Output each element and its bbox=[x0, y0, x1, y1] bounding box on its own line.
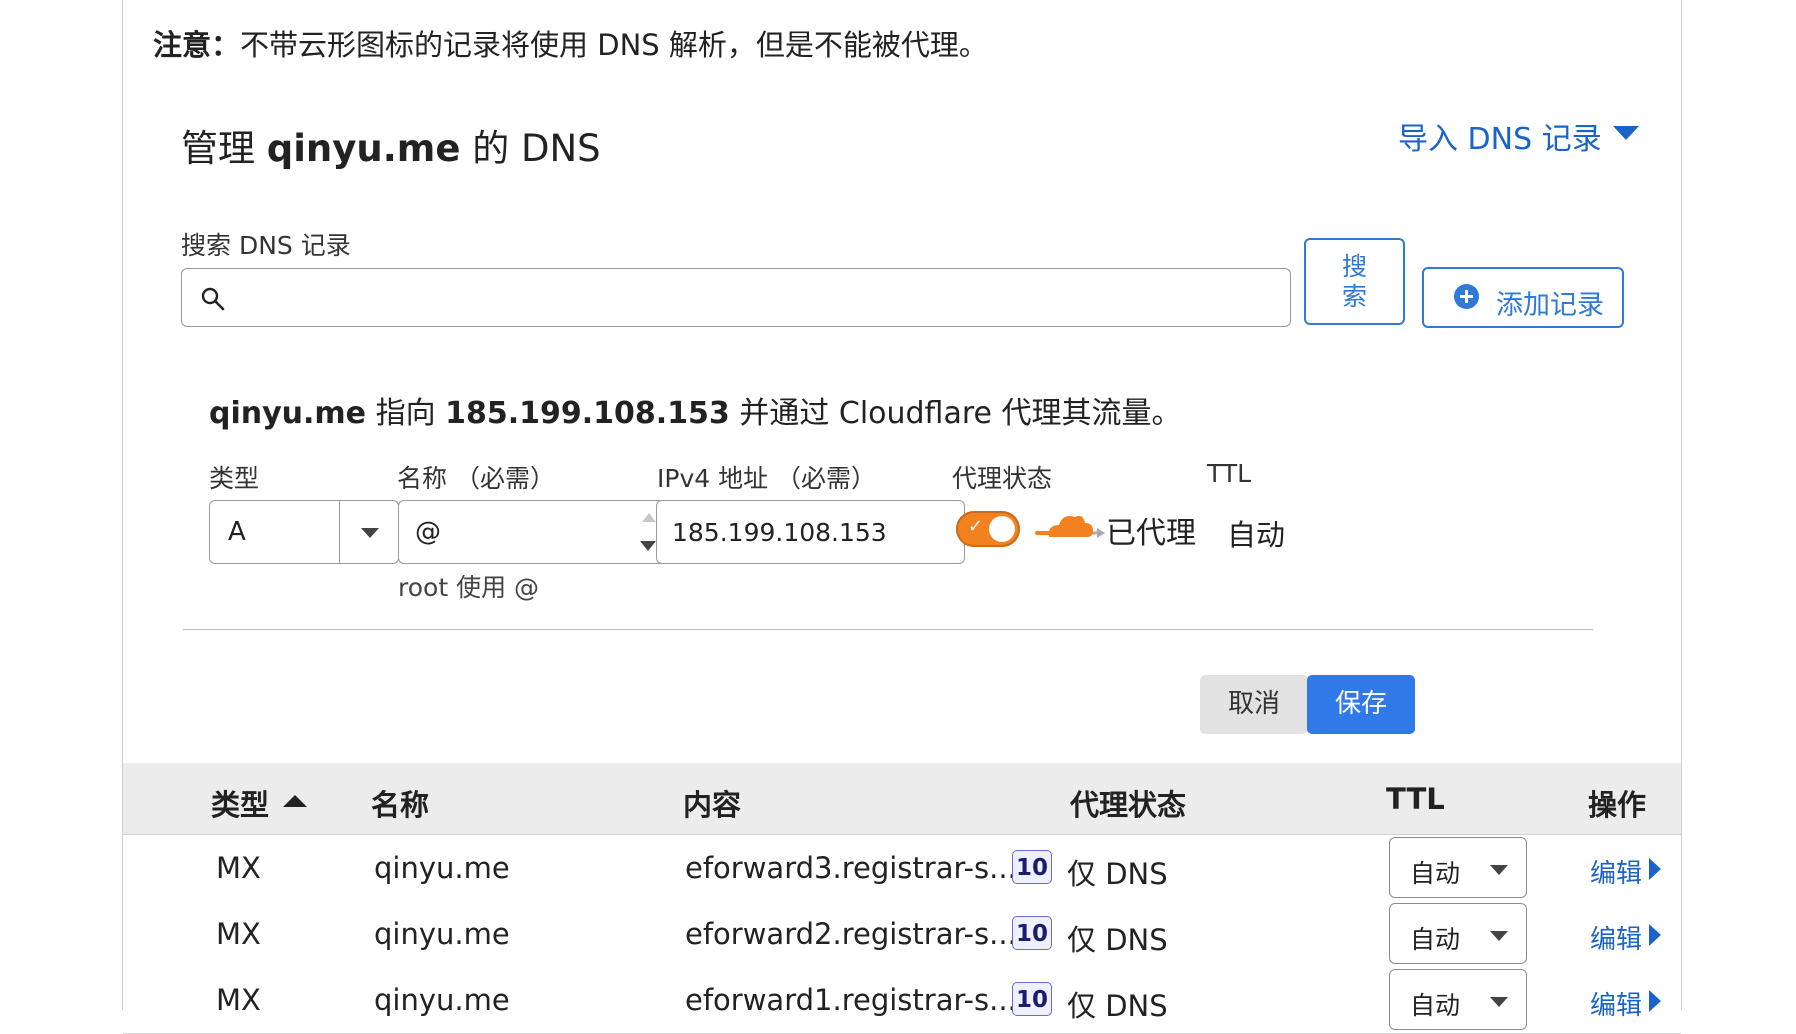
search-input[interactable] bbox=[232, 277, 1276, 319]
chevron-down-icon bbox=[361, 528, 379, 538]
name-hint: root 使用 @ bbox=[398, 573, 540, 602]
column-content: 内容 bbox=[683, 788, 742, 822]
column-ttl: TTL bbox=[1386, 782, 1445, 816]
search-label: 搜索 DNS 记录 bbox=[181, 231, 351, 260]
search-button[interactable]: 搜 索 bbox=[1304, 238, 1405, 325]
search-field[interactable] bbox=[181, 268, 1291, 327]
page-title: 管理 qinyu.me 的 DNS bbox=[181, 127, 601, 170]
proxy-toggle[interactable]: ✓ bbox=[956, 511, 1020, 547]
spin-up-icon[interactable] bbox=[642, 513, 656, 522]
table-row: MX qinyu.me eforward1.registrar-s... 10 … bbox=[123, 967, 1681, 1034]
page-title-domain: qinyu.me bbox=[266, 127, 461, 170]
chevron-down-icon[interactable] bbox=[1613, 126, 1639, 140]
chevron-down-icon bbox=[1490, 865, 1508, 875]
chevron-right-icon[interactable] bbox=[1649, 990, 1661, 1012]
row-name: qinyu.me bbox=[374, 917, 510, 951]
table-row: MX qinyu.me eforward3.registrar-s... 10 … bbox=[123, 835, 1681, 902]
row-proxy-status: 仅 DNS bbox=[1067, 857, 1168, 891]
import-dns-link[interactable]: 导入 DNS 记录 bbox=[1398, 114, 1602, 158]
edit-link[interactable]: 编辑 bbox=[1590, 853, 1642, 890]
chevron-down-icon bbox=[1490, 931, 1508, 941]
chevron-right-icon[interactable] bbox=[1649, 924, 1661, 946]
chevron-right-icon[interactable] bbox=[1649, 858, 1661, 880]
row-content: eforward2.registrar-s... bbox=[685, 917, 1017, 951]
row-type: MX bbox=[216, 851, 261, 885]
priority-badge: 10 bbox=[1012, 982, 1052, 1016]
check-icon: ✓ bbox=[968, 516, 984, 537]
plus-circle-icon bbox=[1454, 284, 1479, 309]
save-button[interactable]: 保存 bbox=[1307, 675, 1415, 734]
row-ttl-select[interactable]: 自动 bbox=[1389, 903, 1527, 964]
search-icon bbox=[201, 287, 225, 311]
add-record-button[interactable]: 添加记录 bbox=[1422, 267, 1624, 328]
row-content: eforward1.registrar-s... bbox=[685, 983, 1017, 1017]
divider bbox=[183, 629, 1593, 630]
notice-text: 不带云形图标的记录将使用 DNS 解析，但是不能被代理。 bbox=[240, 28, 988, 62]
column-name: 名称 bbox=[371, 788, 430, 822]
row-name: qinyu.me bbox=[374, 851, 510, 885]
type-select[interactable]: A bbox=[209, 500, 399, 564]
name-field[interactable]: @ bbox=[398, 500, 665, 564]
row-proxy-status: 仅 DNS bbox=[1067, 989, 1168, 1023]
spin-down-icon[interactable] bbox=[640, 541, 656, 551]
proxy-status-label: 代理状态 bbox=[952, 464, 1053, 493]
cloud-icon bbox=[1035, 515, 1105, 538]
row-proxy-status: 仅 DNS bbox=[1067, 923, 1168, 957]
ipv4-label: IPv4 地址 （必需） bbox=[657, 464, 877, 493]
cancel-button[interactable]: 取消 bbox=[1200, 675, 1308, 734]
table-row: MX qinyu.me eforward2.registrar-s... 10 … bbox=[123, 901, 1681, 968]
record-description: qinyu.me 指向 185.199.108.153 并通过 Cloudfla… bbox=[209, 396, 1182, 431]
dns-panel: 注意：不带云形图标的记录将使用 DNS 解析，但是不能被代理。 管理 qinyu… bbox=[122, 0, 1682, 1034]
ttl-label: TTL bbox=[1207, 459, 1252, 488]
edit-link[interactable]: 编辑 bbox=[1590, 919, 1642, 956]
type-label: 类型 bbox=[209, 464, 260, 493]
row-type: MX bbox=[216, 983, 261, 1017]
sort-up-icon[interactable] bbox=[283, 795, 307, 807]
column-type[interactable]: 类型 bbox=[211, 782, 269, 824]
row-ttl-select[interactable]: 自动 bbox=[1389, 837, 1527, 898]
proxy-status-value: 已代理 bbox=[1106, 516, 1196, 551]
table-header: 类型 名称 内容 代理状态 TTL 操作 bbox=[123, 763, 1681, 835]
notice: 注意：不带云形图标的记录将使用 DNS 解析，但是不能被代理。 bbox=[153, 22, 988, 64]
priority-badge: 10 bbox=[1012, 850, 1052, 884]
row-ttl-select[interactable]: 自动 bbox=[1389, 969, 1527, 1030]
ttl-value: 自动 bbox=[1227, 518, 1286, 552]
column-actions: 操作 bbox=[1588, 788, 1647, 822]
row-content: eforward3.registrar-s... bbox=[685, 851, 1017, 885]
notice-label: 注意： bbox=[153, 28, 241, 62]
row-name: qinyu.me bbox=[374, 983, 510, 1017]
edit-link[interactable]: 编辑 bbox=[1590, 985, 1642, 1022]
row-type: MX bbox=[216, 917, 261, 951]
priority-badge: 10 bbox=[1012, 916, 1052, 950]
name-label: 名称 （必需） bbox=[397, 464, 555, 493]
column-proxy-status: 代理状态 bbox=[1070, 788, 1187, 822]
ipv4-field[interactable]: 185.199.108.153 bbox=[656, 500, 965, 564]
